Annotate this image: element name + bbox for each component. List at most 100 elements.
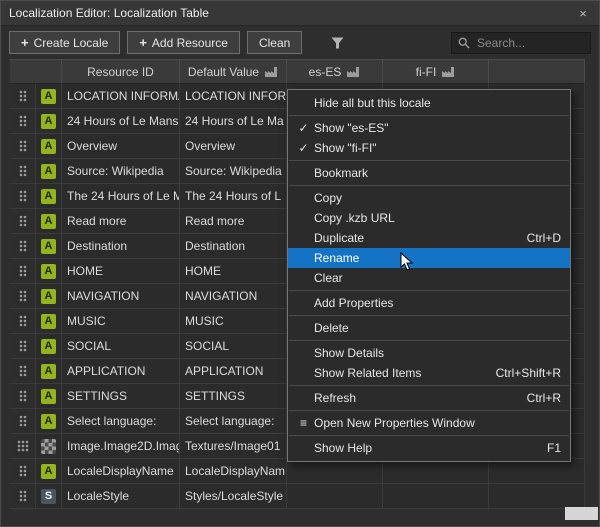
header-resource-id[interactable]: Resource ID (62, 59, 180, 84)
create-locale-button[interactable]: + Create Locale (9, 31, 120, 54)
locale-settings-icon[interactable] (441, 66, 455, 78)
drag-handle[interactable] (10, 459, 36, 484)
default-value-cell[interactable]: Textures/Image01 (180, 434, 287, 459)
menu-item-bookmark[interactable]: Bookmark (288, 163, 570, 183)
menu-item-label: Rename (314, 251, 541, 265)
drag-handle[interactable] (10, 209, 36, 234)
hscrollbar-thumb[interactable] (565, 507, 598, 520)
default-value-cell[interactable]: The 24 Hours of L (180, 184, 287, 209)
drag-handle[interactable] (10, 109, 36, 134)
drag-handle[interactable] (10, 259, 36, 284)
default-value-cell[interactable]: 24 Hours of Le Ma (180, 109, 287, 134)
resource-id-cell[interactable]: APPLICATION (62, 359, 180, 384)
drag-handle[interactable] (10, 134, 36, 159)
resource-id-cell[interactable]: NAVIGATION (62, 284, 180, 309)
resource-id-cell[interactable]: LocaleStyle (62, 484, 180, 509)
resource-id-cell[interactable]: Overview (62, 134, 180, 159)
drag-handle[interactable] (10, 184, 36, 209)
default-value-cell[interactable]: Read more (180, 209, 287, 234)
drag-handle[interactable] (10, 484, 36, 509)
default-value-cell[interactable]: NAVIGATION (180, 284, 287, 309)
header-locale-es-es[interactable]: es-ES (287, 59, 383, 84)
drag-handle[interactable] (10, 434, 36, 459)
menu-item-show-es-es[interactable]: ✓Show "es-ES" (288, 118, 570, 138)
menu-item-rename[interactable]: Rename (288, 248, 570, 268)
menu-item-delete[interactable]: Delete (288, 318, 570, 338)
header-locale-fi-fi[interactable]: fi-FI (383, 59, 489, 84)
menu-item-add-properties[interactable]: Add Properties (288, 293, 570, 313)
menu-item-hide-all-but-this-locale[interactable]: Hide all but this locale (288, 93, 570, 113)
locale-fi-fi-cell[interactable] (383, 484, 489, 509)
drag-handle[interactable] (10, 309, 36, 334)
default-value-cell[interactable]: Styles/LocaleStyle (180, 484, 287, 509)
default-value-cell[interactable]: LocaleDisplayNam (180, 459, 287, 484)
search-input[interactable] (475, 35, 584, 51)
filter-icon[interactable] (331, 37, 344, 49)
menu-item-show-help[interactable]: Show HelpF1 (288, 438, 570, 458)
menu-item-copy-kzb-url[interactable]: Copy .kzb URL (288, 208, 570, 228)
menu-separator (289, 185, 569, 186)
resource-id-cell[interactable]: SOCIAL (62, 334, 180, 359)
menu-item-label: Copy (314, 191, 541, 205)
resource-id-cell[interactable]: SETTINGS (62, 384, 180, 409)
menu-separator (289, 385, 569, 386)
drag-handle[interactable] (10, 384, 36, 409)
text-resource-icon: A (41, 314, 56, 329)
locale-es-es-cell[interactable] (287, 484, 383, 509)
menu-separator (289, 435, 569, 436)
resource-id-cell[interactable]: LOCATION INFORMAT (62, 84, 180, 109)
table-row[interactable]: SLocaleStyleStyles/LocaleStyle (10, 484, 599, 509)
resource-id-cell[interactable]: HOME (62, 259, 180, 284)
drag-handle[interactable] (10, 409, 36, 434)
locale-settings-icon[interactable] (346, 66, 360, 78)
locale-settings-icon[interactable] (264, 66, 278, 78)
drag-handle[interactable] (10, 284, 36, 309)
menu-item-clear[interactable]: Clear (288, 268, 570, 288)
drag-handle[interactable] (10, 334, 36, 359)
default-value-cell[interactable]: Overview (180, 134, 287, 159)
resource-id-cell[interactable]: Image.Image2D.Imag (62, 434, 180, 459)
locale-es-es-cell[interactable] (287, 459, 383, 484)
drag-handle[interactable] (10, 84, 36, 109)
default-value-cell[interactable]: Select language: (180, 409, 287, 434)
properties-icon: ≡ (293, 416, 314, 430)
menu-item-copy[interactable]: Copy (288, 188, 570, 208)
resource-id-cell[interactable]: Select language: (62, 409, 180, 434)
menu-item-open-new-properties-window[interactable]: ≡Open New Properties Window (288, 413, 570, 433)
menu-item-label: Show "es-ES" (314, 121, 541, 135)
default-value-cell[interactable]: Source: Wikipedia (180, 159, 287, 184)
resource-id-cell[interactable]: MUSIC (62, 309, 180, 334)
menu-item-refresh[interactable]: RefreshCtrl+R (288, 388, 570, 408)
default-value-cell[interactable]: Destination (180, 234, 287, 259)
clean-button[interactable]: Clean (247, 31, 302, 54)
drag-handle-icon (19, 490, 27, 502)
add-resource-button[interactable]: + Add Resource (127, 31, 240, 54)
drag-handle[interactable] (10, 359, 36, 384)
default-value-cell[interactable]: APPLICATION (180, 359, 287, 384)
default-value-cell[interactable]: SETTINGS (180, 384, 287, 409)
header-default-value[interactable]: Default Value (180, 59, 287, 84)
default-value-cell[interactable]: SOCIAL (180, 334, 287, 359)
locale-fi-fi-cell[interactable] (383, 459, 489, 484)
resource-type-cell: A (36, 334, 62, 359)
resource-id-cell[interactable]: The 24 Hours of Le M (62, 184, 180, 209)
clean-label: Clean (259, 36, 290, 50)
menu-item-duplicate[interactable]: DuplicateCtrl+D (288, 228, 570, 248)
drag-handle[interactable] (10, 234, 36, 259)
table-row[interactable]: ALocaleDisplayNameLocaleDisplayNam (10, 459, 599, 484)
resource-id-cell[interactable]: Read more (62, 209, 180, 234)
resource-id-cell[interactable]: LocaleDisplayName (62, 459, 180, 484)
menu-item-show-related-items[interactable]: Show Related ItemsCtrl+Shift+R (288, 363, 570, 383)
default-value-cell[interactable]: LOCATION INFOR (180, 84, 287, 109)
resource-id-cell[interactable]: 24 Hours of Le Mans (62, 109, 180, 134)
resource-id-cell[interactable]: Source: Wikipedia (62, 159, 180, 184)
resource-type-cell: A (36, 459, 62, 484)
menu-item-show-details[interactable]: Show Details (288, 343, 570, 363)
header-label: es-ES (309, 65, 342, 79)
default-value-cell[interactable]: MUSIC (180, 309, 287, 334)
default-value-cell[interactable]: HOME (180, 259, 287, 284)
menu-item-show-fi-fi[interactable]: ✓Show "fi-FI" (288, 138, 570, 158)
close-icon[interactable]: × (575, 6, 591, 21)
resource-id-cell[interactable]: Destination (62, 234, 180, 259)
drag-handle[interactable] (10, 159, 36, 184)
